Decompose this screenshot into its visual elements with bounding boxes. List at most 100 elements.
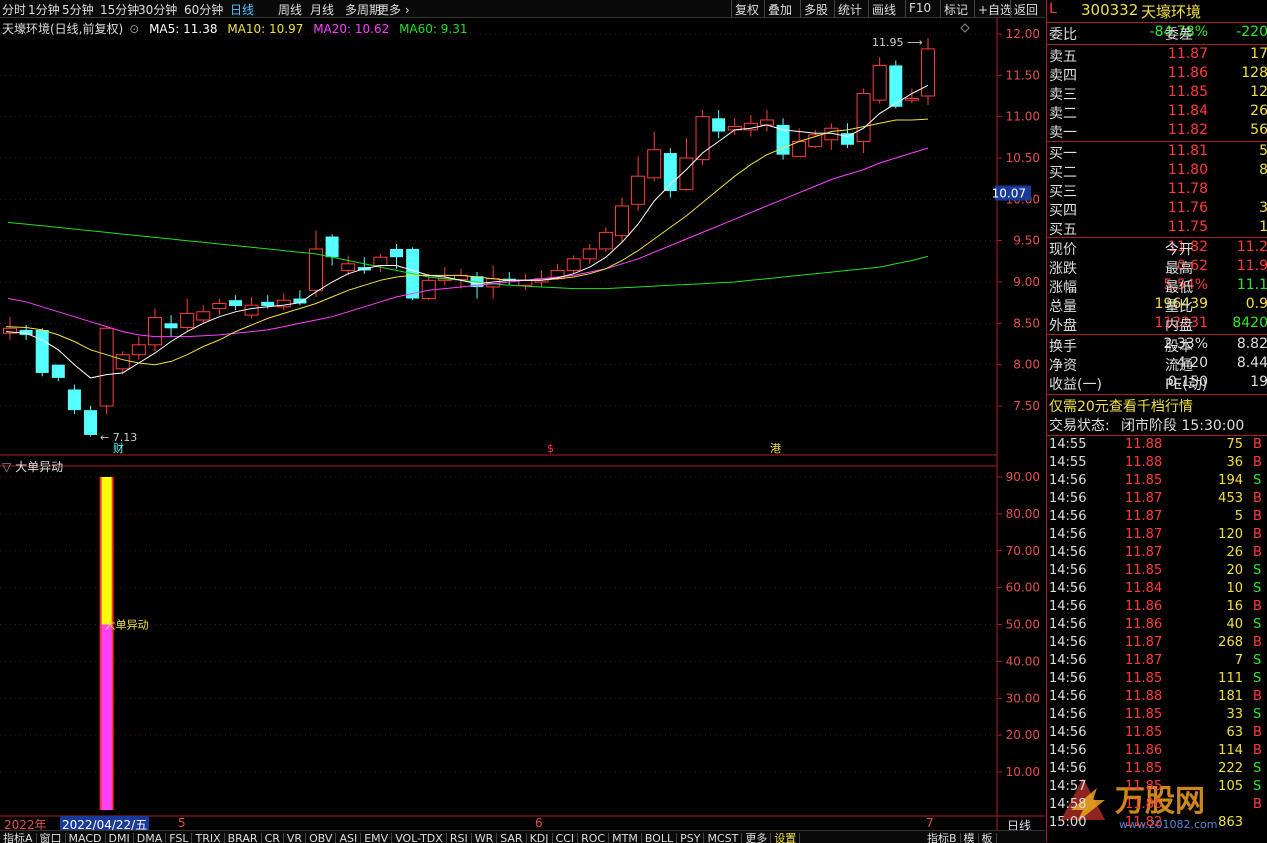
sub-indicator-legend[interactable]: ▽ 大单异动 [2, 458, 63, 475]
bid-row: 买一 11.81 5 [1047, 143, 1267, 162]
month-6-label: 6 [535, 816, 543, 830]
fund-label: 净资 [1049, 358, 1077, 374]
tick-time: 14:56 [1049, 473, 1087, 488]
toolbar-button-1[interactable]: 叠加 [768, 1, 792, 18]
bid-price: 11.78 [1167, 181, 1208, 197]
candle-body-down [663, 153, 677, 192]
toolbar-button-5[interactable]: F10 [909, 1, 931, 15]
price-axis-label: 11.50 [1006, 68, 1040, 82]
tick-volume: 181 [1218, 689, 1243, 704]
big-order-bar-magenta [101, 624, 112, 810]
tick-side: S [1253, 761, 1262, 776]
toolbar-button-0[interactable]: 复权 [735, 1, 759, 18]
toolbar-button-2[interactable]: 多股 [804, 1, 828, 18]
sub-axis-label: 50.00 [1006, 618, 1040, 632]
toolbar-button-4[interactable]: 画线 [872, 1, 896, 18]
period-tab-6[interactable]: 日线 [230, 1, 254, 18]
tick-row: 14:56 11.87 7 S [1047, 653, 1267, 671]
tick-side: B [1253, 689, 1262, 704]
bid-volume: 3 [1259, 200, 1267, 216]
toolbar-divider [974, 0, 975, 17]
price-axis-label: 7.50 [1013, 399, 1040, 413]
bid-volume: 1 [1259, 219, 1267, 235]
period-tab-8[interactable]: 月线 [310, 1, 334, 18]
period-tab-9[interactable]: 多周期 [345, 1, 381, 18]
quote-label-2: 内盘 [1165, 318, 1193, 334]
collapse-icon[interactable]: ▽ [2, 460, 11, 474]
toolbar-divider [731, 0, 732, 17]
tick-row: 14:57 11.85 105 S [1047, 779, 1267, 797]
toolbar-divider [940, 0, 941, 17]
ma5-label: MA5: 11.38 [149, 22, 218, 36]
toolbar-button-6[interactable]: 标记 [944, 1, 968, 18]
tick-side: B [1253, 491, 1262, 506]
ask-row: 卖二 11.84 26 [1047, 103, 1267, 122]
price-axis-label: 9.00 [1013, 275, 1040, 289]
toolbar-button-7[interactable]: +自选 [978, 1, 1012, 18]
candle-body-up [615, 205, 629, 237]
date-bar: 2022年 2022/04/22/五 5 6 7 [0, 816, 1000, 833]
period-tab-7[interactable]: 周线 [278, 1, 302, 18]
period-tab-5[interactable]: 60分钟 [184, 1, 223, 18]
tick-price: 11.85 [1125, 779, 1163, 794]
toolbar-divider [1010, 0, 1011, 17]
bid-row: 买五 11.75 1 [1047, 219, 1267, 238]
tick-volume: 111 [1218, 671, 1243, 686]
tick-row: 14:58 11.86 B [1047, 797, 1267, 815]
tick-row: 14:56 11.86 16 B [1047, 599, 1267, 617]
bid-price: 11.76 [1167, 200, 1208, 216]
bid-price: 11.80 [1167, 162, 1208, 178]
period-tab-1[interactable]: 1分钟 [28, 1, 60, 18]
period-tab-4[interactable]: 30分钟 [138, 1, 177, 18]
chart-title[interactable]: 天壕环境(日线,前复权) [2, 22, 123, 36]
tick-row: 14:56 11.85 20 S [1047, 563, 1267, 581]
tick-row: 14:56 11.87 26 B [1047, 545, 1267, 563]
tick-side: S [1253, 563, 1262, 578]
ask-row: 卖一 11.82 56 [1047, 122, 1267, 141]
tick-row: 15:00 11.82 863 [1047, 815, 1267, 833]
quote-label-2: 最低 [1165, 280, 1193, 296]
fundamental-row: 换手 2.33% 股本 8.82 [1047, 336, 1267, 355]
tick-time: 14:56 [1049, 599, 1087, 614]
period-tab-3[interactable]: 15分钟 [100, 1, 139, 18]
stock-name: 天壕环境 [1141, 3, 1202, 21]
bid-volume: 8 [1259, 162, 1267, 178]
quote-value-2: 11.1 [1236, 277, 1267, 293]
tick-row: 14:56 11.85 63 B [1047, 725, 1267, 743]
price-axis-label: 10.50 [1006, 151, 1040, 165]
tick-volume: 5 [1234, 509, 1243, 524]
tick-side: B [1253, 455, 1262, 470]
promo-link[interactable]: 仅需20元查看千档行情 [1049, 396, 1193, 416]
toolbar-divider [905, 0, 906, 17]
candle-body-down [51, 364, 65, 378]
ask-label: 卖四 [1049, 68, 1077, 84]
tick-price: 11.85 [1125, 563, 1163, 578]
fund-label-2: 流通 [1165, 358, 1193, 374]
tick-time: 14:56 [1049, 563, 1087, 578]
ask-label: 卖五 [1049, 49, 1077, 65]
price-axis-label: 9.50 [1013, 234, 1040, 248]
tick-volume: 7 [1234, 653, 1243, 668]
period-tab-0[interactable]: 分时 [2, 1, 26, 18]
ask-volume: 128 [1241, 65, 1267, 81]
period-tab-10[interactable]: 更多 › [377, 1, 410, 18]
ask-label: 卖一 [1049, 125, 1077, 141]
tick-row: 14:56 11.85 222 S [1047, 761, 1267, 779]
toolbar-button-8[interactable]: 返回 [1014, 1, 1038, 18]
ask-price: 11.87 [1167, 46, 1208, 62]
tick-price: 11.86 [1125, 599, 1163, 614]
tick-time: 14:56 [1049, 635, 1087, 650]
candle-body-up [647, 149, 662, 179]
tick-time: 14:56 [1049, 653, 1087, 668]
tick-price: 11.87 [1125, 527, 1163, 542]
legend-toggle-icon[interactable]: ⊙ [129, 22, 139, 36]
tick-volume: 120 [1218, 527, 1243, 542]
kline-chart[interactable]: 12.00 11.50 11.00 10.50 10.00 9.50 9.00 8.50 8.0… [0, 18, 1045, 830]
price-axis-label: 11.00 [1006, 110, 1040, 124]
ask-price: 11.86 [1167, 65, 1208, 81]
tick-time: 14:58 [1049, 797, 1087, 812]
period-tab-2[interactable]: 5分钟 [62, 1, 94, 18]
toolbar-button-3[interactable]: 统计 [838, 1, 862, 18]
tick-row: 14:56 11.87 453 B [1047, 491, 1267, 509]
ask-volume: 26 [1250, 103, 1267, 119]
